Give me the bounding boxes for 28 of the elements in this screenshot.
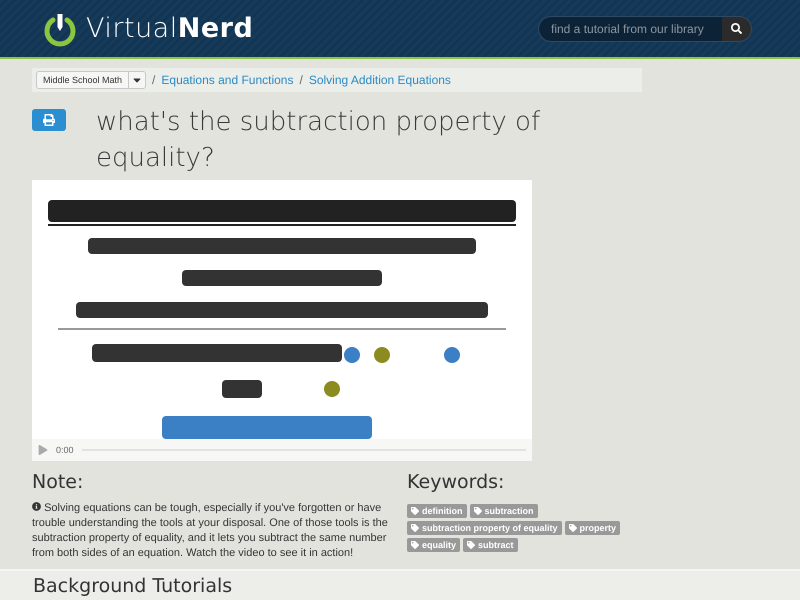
- keyword-tag[interactable]: definition: [407, 504, 466, 518]
- breadcrumb-link[interactable]: Solving Addition Equations: [308, 73, 451, 87]
- play-button[interactable]: [38, 445, 48, 455]
- section-heading: Background Tutorials: [33, 575, 234, 597]
- breadcrumb-link[interactable]: Equations and Functions: [161, 73, 294, 87]
- tag-icon: [411, 524, 419, 532]
- breadcrumb-separator: /: [152, 73, 156, 87]
- tag-icon: [568, 524, 577, 532]
- video-time: 0:00: [56, 445, 74, 455]
- breadcrumb-separator: /: [299, 73, 303, 87]
- keyword-tag[interactable]: property: [564, 521, 620, 535]
- note-heading: Note:: [32, 471, 84, 493]
- keyword-tag[interactable]: subtraction property of equality: [407, 521, 562, 535]
- printer-icon: [43, 114, 55, 126]
- info-icon: [32, 502, 41, 511]
- keywords-heading: Keywords:: [407, 471, 506, 493]
- tag-icon: [474, 507, 482, 515]
- keyword-tag[interactable]: subtraction: [470, 504, 538, 518]
- tag-icon: [411, 507, 419, 515]
- subject-dropdown[interactable]: Middle School Math: [36, 71, 146, 89]
- logo-text[interactable]: Virtual Nerd: [86, 13, 254, 44]
- page-title: what's the subtraction property of equality?: [96, 106, 542, 175]
- keyword-tag[interactable]: subtract: [463, 538, 518, 552]
- tag-icon: [467, 541, 476, 549]
- print-button[interactable]: [32, 109, 66, 131]
- note-text: Solving equations can be tough, especially if you've forgotten or have trouble understanding the tools at your disposal. One of those tools is the subtraction property of equality, and it lets you subtract the same number from both sides of an equation. Watch the video to see it in action!: [32, 501, 389, 561]
- keyword-tag[interactable]: equality: [407, 538, 460, 552]
- tag-icon: [411, 541, 419, 549]
